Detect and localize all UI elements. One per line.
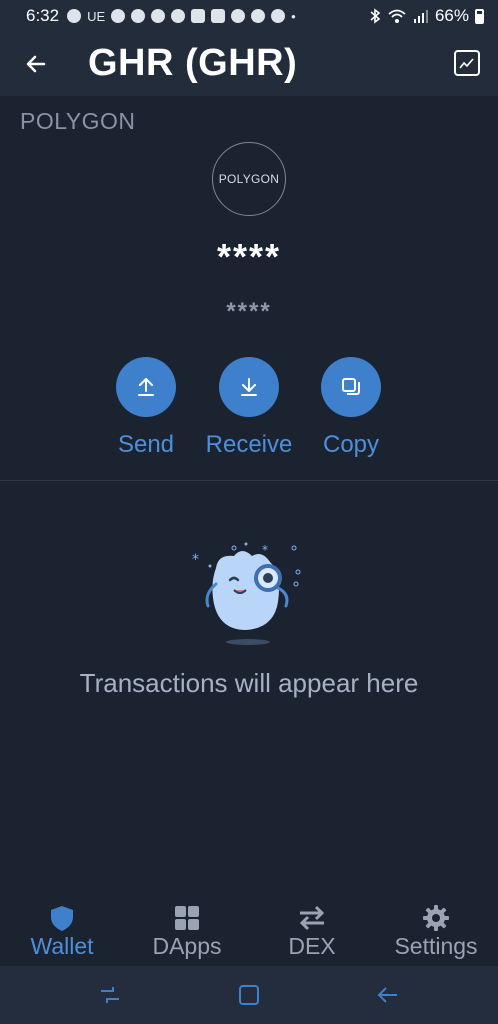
arrow-left-icon — [26, 55, 46, 73]
bag-icon — [191, 9, 206, 23]
facebook-icon — [67, 9, 82, 23]
signal-icon — [413, 10, 428, 23]
send-button[interactable]: Send — [101, 357, 191, 459]
app-header: GHR (GHR) — [0, 32, 498, 96]
section-divider — [0, 480, 498, 481]
recent-apps-button[interactable] — [97, 982, 123, 1008]
nav-wallet-label: Wallet — [30, 933, 94, 959]
copy-button[interactable]: Copy — [306, 357, 396, 459]
shield-icon — [47, 904, 77, 932]
more-dot-icon: • — [291, 8, 296, 24]
home-button[interactable] — [236, 982, 262, 1008]
app-icon — [211, 9, 226, 23]
network-label: POLYGON — [20, 108, 136, 134]
price-chart-button[interactable] — [454, 50, 480, 76]
wifi-icon — [388, 9, 406, 23]
system-indicators: 66% — [369, 6, 484, 26]
copy-circle[interactable] — [321, 357, 381, 417]
page-title: GHR (GHR) — [88, 42, 298, 84]
swap-icon — [297, 904, 327, 932]
status-bar: 6:32 UE • 66% — [0, 0, 498, 32]
bluetooth-icon — [370, 8, 381, 24]
upload-arrow-icon — [138, 378, 154, 396]
nav-wallet[interactable]: Wallet — [24, 904, 100, 960]
notification-icon — [271, 9, 286, 23]
system-navigation-bar — [0, 966, 498, 1024]
fiat-balance: **** — [226, 298, 272, 325]
recent-apps-icon — [101, 987, 119, 1003]
back-arrow-icon — [377, 987, 397, 1003]
battery-percent: 66% — [434, 6, 469, 25]
system-back-button[interactable] — [375, 982, 401, 1008]
copy-icon — [342, 378, 360, 395]
notification-icon — [131, 9, 146, 23]
svg-text:*: * — [262, 543, 268, 557]
receive-circle[interactable] — [219, 357, 279, 417]
grid-icon — [172, 904, 202, 932]
send-circle[interactable] — [116, 357, 176, 417]
home-icon — [239, 985, 259, 1005]
receive-label[interactable]: Receive — [206, 431, 293, 459]
empty-transactions-illustration: * * — [192, 542, 301, 645]
nav-settings-label: Settings — [394, 933, 478, 959]
download-arrow-icon — [241, 378, 257, 396]
battery-icon — [475, 8, 484, 24]
carrier-text: UE — [87, 8, 106, 24]
twitter-icon — [171, 9, 186, 23]
line-chart-icon — [459, 58, 474, 69]
bottom-navigation: Wallet DApps DEX Settings — [0, 900, 498, 966]
token-logo-text: POLYGON — [218, 172, 280, 186]
gear-icon — [421, 904, 451, 932]
send-label[interactable]: Send — [118, 431, 174, 459]
notification-icons: UE • — [67, 9, 296, 24]
svg-text:*: * — [192, 552, 199, 568]
back-button[interactable] — [18, 46, 54, 82]
nav-dapps-label: DApps — [152, 933, 222, 959]
token-logo: POLYGON — [212, 142, 286, 216]
notification-icon — [231, 9, 246, 23]
notification-icon — [151, 9, 166, 23]
notification-icon — [111, 9, 126, 23]
copy-label[interactable]: Copy — [323, 431, 379, 459]
receive-button[interactable]: Receive — [204, 357, 294, 459]
nav-settings[interactable]: Settings — [386, 904, 486, 960]
notification-icon — [251, 9, 266, 23]
nav-dapps[interactable]: DApps — [146, 904, 228, 960]
nav-dex-label: DEX — [288, 933, 336, 959]
empty-state-message: Transactions will appear here — [79, 668, 419, 698]
status-time: 6:32 — [26, 6, 60, 25]
nav-dex[interactable]: DEX — [283, 904, 341, 960]
token-balance: **** — [216, 236, 282, 277]
